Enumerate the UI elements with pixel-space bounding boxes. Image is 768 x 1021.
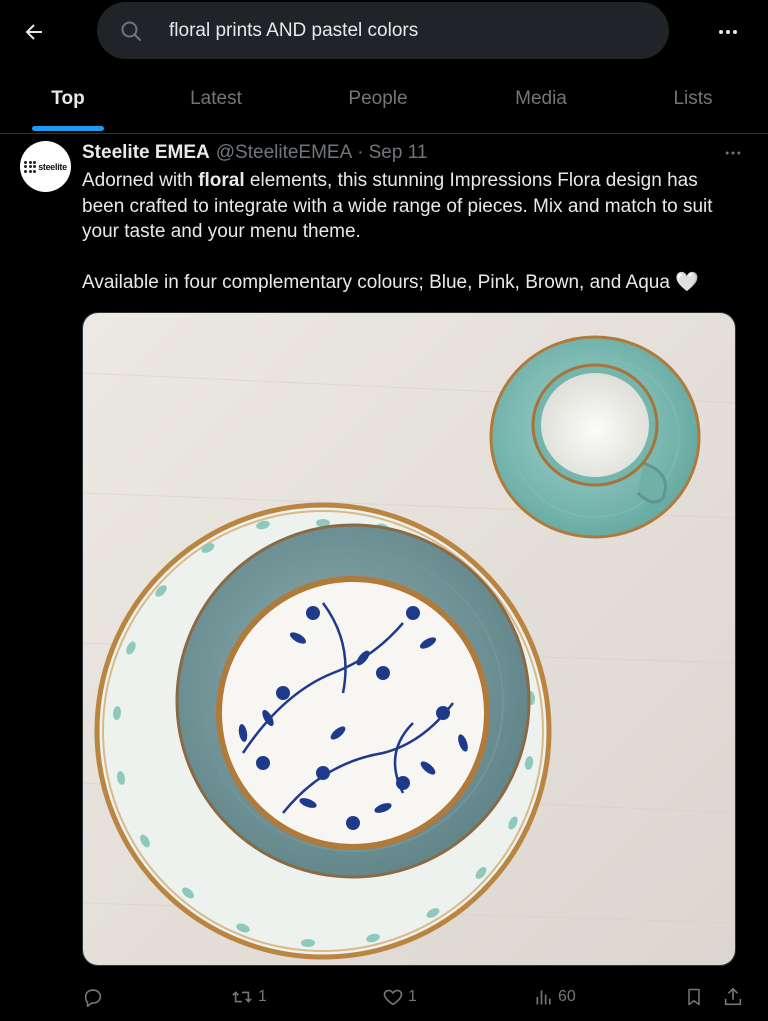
tab-top[interactable]: Top — [32, 64, 104, 133]
search-icon — [121, 21, 141, 41]
steelite-logo: steelite — [24, 160, 67, 173]
views-button[interactable]: 60 — [534, 980, 576, 1014]
tweet[interactable]: steelite Steelite EMEA @SteeliteEMEA · S… — [0, 135, 768, 1021]
tweet-date[interactable]: Sep 11 — [369, 142, 428, 164]
reply-button[interactable] — [82, 980, 108, 1014]
back-button[interactable] — [14, 12, 54, 52]
tweet-more-button[interactable] — [715, 141, 751, 165]
tab-people[interactable]: People — [330, 64, 426, 133]
tab-latest[interactable]: Latest — [170, 64, 262, 133]
tweet-text-line2: Available in four complementary colours;… — [82, 272, 699, 293]
bookmark-button[interactable] — [684, 980, 704, 1014]
search-bar[interactable] — [97, 2, 669, 59]
retweet-button[interactable]: 1 — [230, 980, 267, 1014]
avatar[interactable]: steelite — [20, 141, 71, 192]
tweet-header: Steelite EMEA @SteeliteEMEA · Sep 11 — [82, 141, 427, 165]
like-count: 1 — [408, 988, 417, 1005]
more-icon — [719, 30, 737, 34]
like-icon — [383, 989, 403, 1006]
highlighted-term: floral — [198, 170, 245, 191]
share-icon — [724, 987, 742, 1006]
tweet-text: Adorned with floral elements, this stunn… — [82, 168, 742, 296]
author-name[interactable]: Steelite EMEA — [82, 142, 210, 164]
reply-icon — [84, 989, 102, 1007]
views-icon — [536, 990, 551, 1005]
tweet-actions: 1 1 60 — [0, 980, 768, 1014]
retweet-icon — [232, 991, 252, 1003]
bookmark-icon — [688, 988, 700, 1006]
search-input[interactable] — [169, 2, 649, 59]
more-icon — [725, 151, 741, 155]
like-button[interactable]: 1 — [382, 980, 417, 1014]
views-count: 60 — [558, 988, 576, 1005]
back-arrow-icon — [25, 24, 42, 40]
author-handle[interactable]: @SteeliteEMEA — [216, 142, 353, 164]
tab-media[interactable]: Media — [497, 64, 585, 133]
more-options-button[interactable] — [708, 14, 748, 50]
top-bar — [0, 0, 768, 64]
tweet-image[interactable] — [82, 312, 736, 966]
tab-lists[interactable]: Lists — [656, 64, 730, 133]
search-tabs: Top Latest People Media Lists — [0, 64, 768, 134]
share-button[interactable] — [722, 980, 744, 1014]
tableware-photo — [83, 313, 735, 965]
separator-dot: · — [357, 142, 364, 163]
retweet-count: 1 — [258, 988, 267, 1005]
active-tab-indicator — [32, 126, 104, 131]
